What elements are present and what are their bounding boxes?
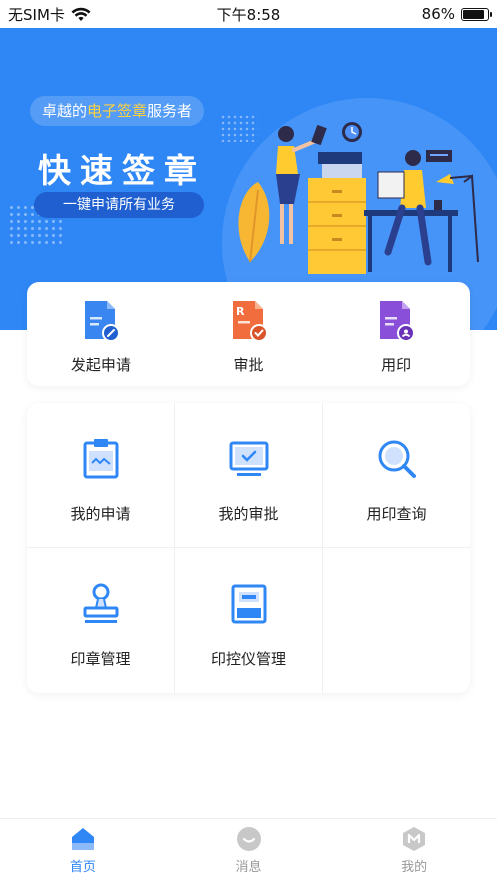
quick-action-approve[interactable]: R 审批: [175, 282, 323, 386]
slogan-prefix: 卓越的: [42, 102, 88, 120]
grid-seal-query-label: 用印查询: [366, 505, 427, 523]
bottom-tab-bar: 首页 消息 我的: [0, 818, 497, 883]
monitor-check-icon: [229, 441, 268, 476]
tab-messages-label: 消息: [235, 860, 262, 875]
battery-fill: [463, 9, 484, 19]
slogan-suffix: 服务者: [147, 102, 193, 120]
banner-title: 快速签章: [38, 151, 206, 190]
grid-seal-management[interactable]: 印章管理: [27, 548, 175, 693]
approve-doc-icon: R: [232, 301, 268, 342]
grid-seal-device-management-label: 印控仪管理: [210, 650, 286, 668]
grid-my-applications-label: 我的申请: [70, 505, 131, 523]
grid-seal-query[interactable]: 用印查询: [323, 403, 470, 548]
grid-empty-cell: [323, 548, 470, 693]
seal-device-icon: [231, 584, 266, 624]
grid-seal-device-management[interactable]: 印控仪管理: [175, 548, 323, 693]
grid-my-approvals-label: 我的审批: [218, 505, 279, 523]
status-bar: 无SIM卡 下午8:58 86%: [0, 0, 497, 28]
quick-action-approve-label: 审批: [233, 356, 264, 374]
function-grid: 我的申请 我的审批 用印查询 印章管理 印控仪管理: [27, 403, 470, 693]
tab-profile[interactable]: 我的: [331, 819, 497, 883]
carrier-text: 无SIM卡: [8, 5, 65, 24]
grid-my-approvals[interactable]: 我的审批: [175, 403, 323, 548]
slogan-highlight: 电子签章: [87, 102, 148, 120]
battery-percent: 86%: [421, 5, 455, 23]
office-illustration: [238, 122, 479, 274]
grid-my-applications[interactable]: 我的申请: [27, 403, 175, 548]
battery-icon: [461, 7, 492, 21]
message-icon: [236, 827, 261, 851]
quick-action-seal[interactable]: 用印: [322, 282, 470, 386]
apply-doc-icon: [84, 301, 120, 342]
grid-seal-management-label: 印章管理: [70, 650, 131, 668]
tab-home-label: 首页: [69, 860, 96, 875]
tab-home[interactable]: 首页: [0, 819, 166, 883]
clipboard-icon: [83, 439, 118, 479]
profile-icon: [403, 827, 426, 851]
tab-messages[interactable]: 消息: [166, 819, 332, 883]
quick-actions-card: 发起申请 R 审批 用印: [27, 282, 470, 386]
banner-slogan: 卓越的电子签章服务者: [30, 96, 205, 126]
wifi-icon: [71, 7, 91, 21]
tab-profile-label: 我的: [401, 860, 428, 875]
status-right: 86%: [421, 5, 492, 23]
stamp-icon: [83, 583, 118, 623]
home-icon: [71, 828, 94, 850]
quick-action-apply[interactable]: 发起申请: [27, 282, 175, 386]
status-left: 无SIM卡: [8, 4, 91, 25]
quick-action-seal-label: 用印: [381, 356, 412, 374]
search-icon: [378, 440, 416, 478]
svg-text:R: R: [236, 305, 245, 318]
seal-doc-icon: [380, 301, 416, 342]
quick-action-apply-label: 发起申请: [70, 356, 131, 374]
banner-subtitle: 一键申请所有业务: [34, 192, 204, 218]
